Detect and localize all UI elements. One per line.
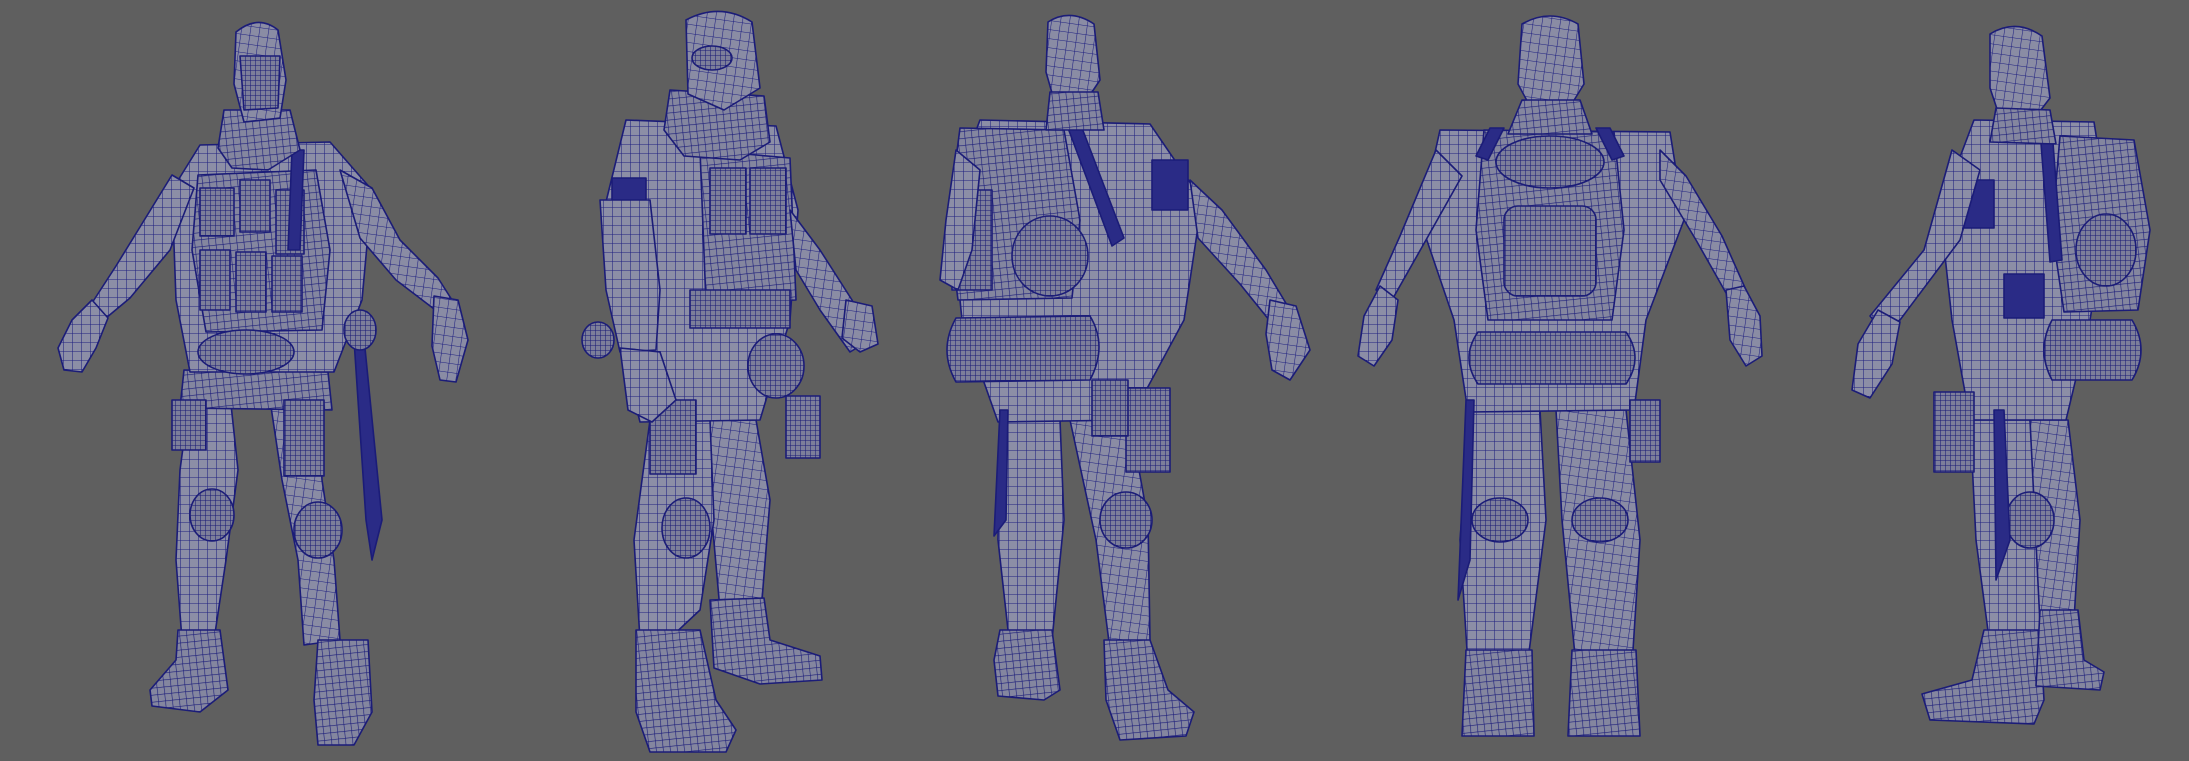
- side-pouch: [747, 333, 805, 399]
- head: [1517, 15, 1585, 111]
- left-knee-pad: [189, 488, 235, 542]
- sword-sheath: [993, 409, 1009, 537]
- knee-pad: [1099, 491, 1153, 549]
- side-pouch: [1091, 379, 1129, 437]
- character-view-back-three-quarter[interactable]: [939, 14, 1311, 741]
- shoulder-patch: [1151, 159, 1189, 211]
- chest-pouch-2: [239, 179, 271, 233]
- right-knee-pad: [1571, 497, 1629, 543]
- neck: [1045, 91, 1105, 131]
- wrist-canister: [581, 321, 615, 359]
- right-boot: [313, 639, 373, 746]
- canister: [343, 309, 377, 351]
- thigh-holster: [1125, 387, 1171, 473]
- right-boot: [1103, 639, 1195, 741]
- chest-pouch-1: [709, 167, 747, 235]
- mag-pouch-2: [235, 251, 267, 313]
- left-knee-pad: [1471, 497, 1529, 543]
- back-boot: [709, 597, 823, 685]
- left-hand: [1357, 285, 1399, 367]
- mag-pouch-1: [199, 249, 231, 311]
- neck: [1507, 99, 1593, 135]
- chest-pouch-2: [749, 167, 787, 235]
- backpack-pocket: [1503, 205, 1597, 297]
- rear-pouch: [785, 395, 821, 459]
- backpack-pocket: [2075, 213, 2137, 287]
- belly-pouch: [197, 329, 295, 375]
- right-knee-pad: [293, 501, 343, 559]
- character-view-left-side[interactable]: [581, 10, 879, 753]
- near-boot: [1921, 629, 2045, 725]
- right-hand: [1265, 299, 1311, 381]
- bedroll: [946, 315, 1100, 383]
- left-boot: [1461, 649, 1535, 737]
- 3d-viewport[interactable]: [0, 0, 2189, 761]
- backpack-pocket: [1011, 215, 1089, 297]
- hand: [1851, 309, 1901, 399]
- left-boot: [993, 629, 1061, 701]
- bedroll: [2043, 319, 2142, 381]
- thigh-holster: [1933, 391, 1975, 473]
- goggles: [691, 45, 733, 71]
- head: [1045, 14, 1101, 105]
- right-hand: [1725, 285, 1763, 367]
- mag-pouch: [689, 289, 791, 329]
- knee-pad: [2005, 491, 2055, 549]
- far-boot: [2035, 609, 2105, 691]
- left-hand: [57, 299, 109, 373]
- character-view-front-three-quarter[interactable]: [57, 21, 469, 746]
- mask: [239, 55, 281, 111]
- back-leg: [707, 419, 771, 611]
- bedroll: [1468, 331, 1636, 385]
- sword: [353, 337, 383, 561]
- back-pouch: [2003, 273, 2045, 319]
- thigh-holster: [283, 399, 325, 477]
- viewport-canvas: [57, 10, 2151, 753]
- right-hand: [431, 295, 469, 383]
- left-boot: [149, 629, 229, 713]
- thigh-holster: [1629, 399, 1661, 463]
- character-view-right-back-side[interactable]: [1851, 25, 2151, 725]
- knee-pad: [661, 497, 711, 559]
- right-boot: [1567, 649, 1641, 737]
- mag-pouch-3: [271, 255, 303, 313]
- character-view-back[interactable]: [1357, 15, 1763, 737]
- thigh-pouch: [171, 399, 207, 451]
- backpack-top: [1495, 135, 1605, 189]
- neck: [1989, 107, 2057, 145]
- chest-pouch-1: [199, 187, 235, 237]
